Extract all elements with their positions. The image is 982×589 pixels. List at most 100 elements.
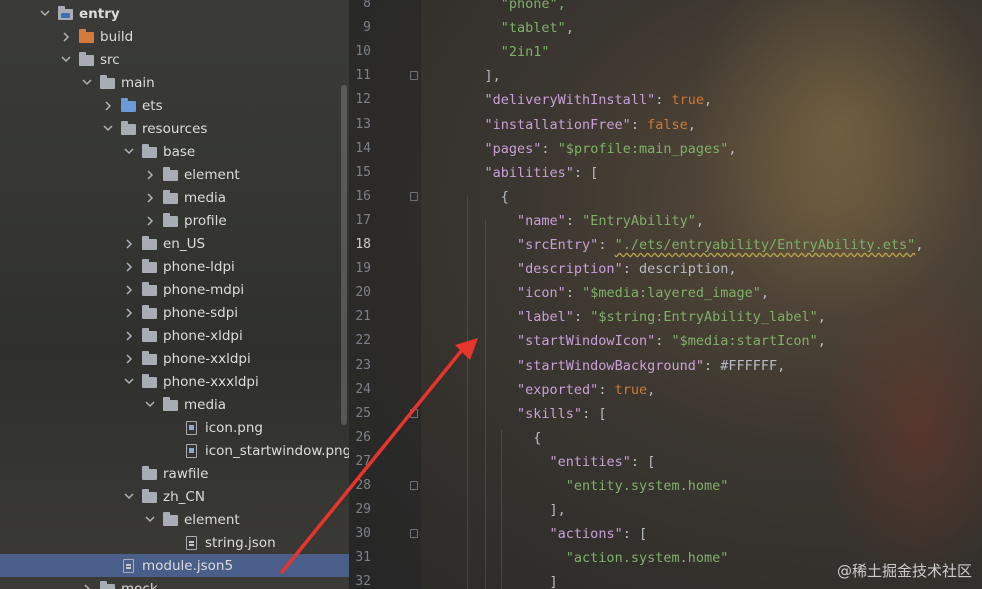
tree-item[interactable]: entry bbox=[0, 2, 349, 25]
chevron-down-icon[interactable] bbox=[122, 374, 136, 390]
tree-item[interactable]: icon.png bbox=[0, 416, 349, 439]
code-line[interactable]: 26 { bbox=[349, 426, 982, 450]
code-line[interactable]: 30 "actions": [ bbox=[349, 522, 982, 546]
tree-item[interactable]: en_US bbox=[0, 232, 349, 255]
tree-scrollbar[interactable] bbox=[341, 85, 347, 425]
tree-item[interactable]: phone-xldpi bbox=[0, 324, 349, 347]
code-text: ], bbox=[452, 64, 501, 88]
chevron-down-icon[interactable] bbox=[143, 512, 157, 528]
tree-item[interactable]: icon_startwindow.png bbox=[0, 439, 349, 462]
folder-icon bbox=[142, 235, 158, 252]
tree-item[interactable]: phone-xxldpi bbox=[0, 347, 349, 370]
tree-item[interactable]: build bbox=[0, 25, 349, 48]
tree-item[interactable]: zh_CN bbox=[0, 485, 349, 508]
code-text: { bbox=[452, 426, 541, 450]
tree-item[interactable]: phone-xxxldpi bbox=[0, 370, 349, 393]
folder-icon bbox=[142, 143, 158, 160]
blue-folder-icon bbox=[121, 97, 137, 114]
chevron-right-icon[interactable] bbox=[122, 236, 136, 252]
tree-item-label: element bbox=[184, 166, 240, 183]
chevron-down-icon[interactable] bbox=[59, 52, 73, 68]
chevron-right-icon[interactable] bbox=[122, 351, 136, 367]
code-line[interactable]: 14 "pages": "$profile:main_pages", bbox=[349, 137, 982, 161]
chevron-right-icon[interactable] bbox=[122, 282, 136, 298]
folder-icon bbox=[142, 465, 158, 482]
code-line[interactable]: 19 "description": description, bbox=[349, 257, 982, 281]
tree-item[interactable]: phone-mdpi bbox=[0, 278, 349, 301]
tree-item[interactable]: string.json bbox=[0, 531, 349, 554]
code-line[interactable]: 16 { bbox=[349, 185, 982, 209]
code-line[interactable]: 10 "2in1" bbox=[349, 40, 982, 64]
code-line[interactable]: 29 ], bbox=[349, 498, 982, 522]
code-line[interactable]: 21 "label": "$string:EntryAbility_label"… bbox=[349, 305, 982, 329]
code-token: : bbox=[630, 116, 648, 133]
tree-item[interactable]: phone-ldpi bbox=[0, 255, 349, 278]
tree-item[interactable]: mock bbox=[0, 577, 349, 589]
chevron-right-icon[interactable] bbox=[101, 98, 115, 114]
chevron-right-icon[interactable] bbox=[143, 167, 157, 183]
code-line[interactable]: 13 "installationFree": false, bbox=[349, 113, 982, 137]
code-line[interactable]: 18 "srcEntry": "./ets/entryability/Entry… bbox=[349, 233, 982, 257]
code-line[interactable]: 28 "entity.system.home" bbox=[349, 474, 982, 498]
code-text: "startWindowIcon": "$media:startIcon", bbox=[452, 329, 826, 353]
chevron-right-icon[interactable] bbox=[143, 213, 157, 229]
chevron-down-icon[interactable] bbox=[122, 144, 136, 160]
tree-item-label: zh_CN bbox=[163, 488, 205, 505]
code-token: "entity.system.home" bbox=[565, 478, 729, 494]
code-token: "actions" bbox=[549, 526, 623, 543]
tree-item[interactable]: rawfile bbox=[0, 462, 349, 485]
chevron-down-icon[interactable] bbox=[122, 489, 136, 505]
chevron-down-icon[interactable] bbox=[143, 397, 157, 413]
line-number: 13 bbox=[355, 116, 371, 132]
tree-item[interactable]: media bbox=[0, 393, 349, 416]
code-token: , bbox=[760, 285, 770, 302]
tree-item[interactable]: phone-sdpi bbox=[0, 301, 349, 324]
tree-item[interactable]: media bbox=[0, 186, 349, 209]
fold-icon[interactable] bbox=[410, 71, 418, 81]
code-line[interactable]: 9 "tablet", bbox=[349, 16, 982, 40]
line-number: 8 bbox=[363, 0, 371, 11]
image-file-icon bbox=[184, 420, 200, 436]
tree-item[interactable]: base bbox=[0, 140, 349, 163]
tree-item[interactable]: module.json5 bbox=[0, 554, 349, 577]
tree-item[interactable]: element bbox=[0, 508, 349, 531]
code-editor[interactable]: 8 "phone", 9 "tablet", 10 "2in1" 11 ], 12 "d… bbox=[349, 0, 982, 589]
tree-item-label: resources bbox=[142, 120, 208, 137]
code-line[interactable]: 23 "startWindowBackground": #FFFFFF, bbox=[349, 354, 982, 378]
tree-item[interactable]: element bbox=[0, 163, 349, 186]
code-line[interactable]: 27 "entities": [ bbox=[349, 450, 982, 474]
fold-icon[interactable] bbox=[410, 529, 418, 539]
code-line[interactable]: 12 "deliveryWithInstall": true, bbox=[349, 88, 982, 112]
chevron-down-icon[interactable] bbox=[80, 75, 94, 91]
chevron-down-icon[interactable] bbox=[101, 121, 115, 137]
chevron-right-icon[interactable] bbox=[143, 190, 157, 206]
tree-item-label: icon.png bbox=[205, 419, 263, 436]
tree-item[interactable]: ets bbox=[0, 94, 349, 117]
chevron-down-icon[interactable] bbox=[38, 6, 52, 22]
chevron-right-icon[interactable] bbox=[122, 328, 136, 344]
chevron-right-icon[interactable] bbox=[59, 29, 73, 45]
code-line[interactable]: 20 "icon": "$media:layered_image", bbox=[349, 281, 982, 305]
code-text: "pages": "$profile:main_pages", bbox=[452, 137, 737, 161]
code-line[interactable]: 17 "name": "EntryAbility", bbox=[349, 209, 982, 233]
fold-icon[interactable] bbox=[410, 191, 418, 201]
fold-icon[interactable] bbox=[410, 481, 418, 490]
chevron-right-icon[interactable] bbox=[122, 259, 136, 275]
folder-icon bbox=[142, 488, 158, 505]
chevron-right-icon[interactable] bbox=[80, 581, 94, 589]
chevron-right-icon[interactable] bbox=[122, 305, 136, 321]
tree-item[interactable]: src bbox=[0, 48, 349, 71]
tree-item[interactable]: resources bbox=[0, 117, 349, 140]
tree-item-label: ets bbox=[142, 97, 163, 114]
code-line[interactable]: 22 "startWindowIcon": "$media:startIcon"… bbox=[349, 329, 982, 353]
tree-item[interactable]: main bbox=[0, 71, 349, 94]
code-text: "exported": true, bbox=[452, 378, 655, 402]
fold-icon[interactable] bbox=[410, 408, 418, 418]
code-line[interactable]: 15 "abilities": [ bbox=[349, 161, 982, 185]
code-line[interactable]: 11 ], bbox=[349, 64, 982, 88]
tree-item[interactable]: profile bbox=[0, 209, 349, 232]
code-line[interactable]: 25 "skills": [ bbox=[349, 402, 982, 426]
code-line[interactable]: 8 "phone", bbox=[349, 0, 982, 16]
code-line[interactable]: 24 "exported": true, bbox=[349, 378, 982, 402]
